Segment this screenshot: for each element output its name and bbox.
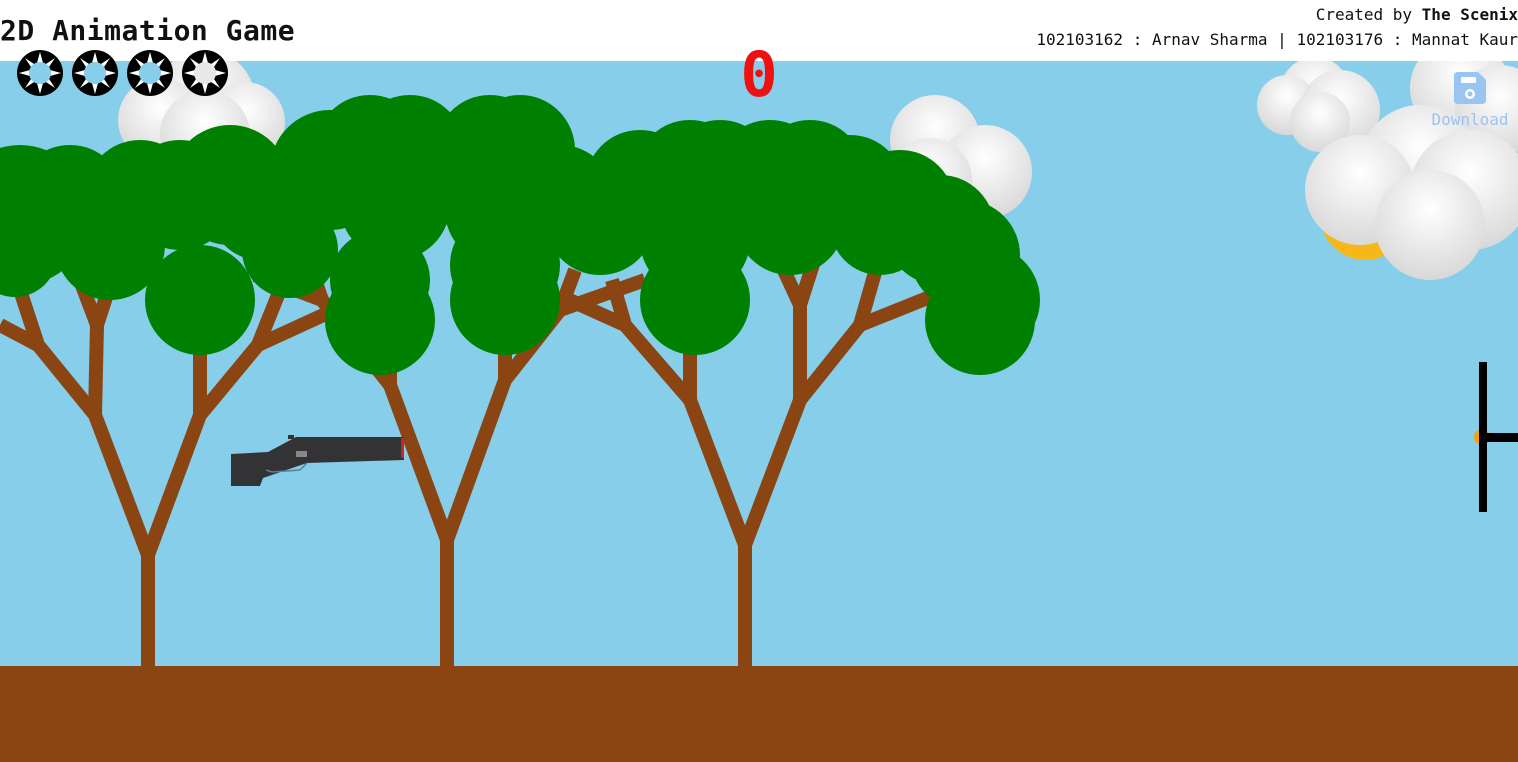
credits: Created by The Scenix 102103162 : Arnav … xyxy=(1036,2,1518,52)
sun-life-icon xyxy=(17,50,63,96)
credits-line: Created by The Scenix xyxy=(1036,2,1518,27)
game-canvas[interactable] xyxy=(0,61,1518,762)
sun-life-icon xyxy=(182,50,228,96)
team-name: The Scenix xyxy=(1421,5,1518,24)
ground xyxy=(0,666,1518,762)
credits-members: 102103162 : Arnav Sharma | 102103176 : M… xyxy=(1036,30,1518,49)
download-label: Download xyxy=(1431,110,1509,129)
sun-life-icon xyxy=(72,50,118,96)
game-title: 2D Animation Game xyxy=(0,14,296,47)
sun-life-icon xyxy=(127,50,173,96)
score-counter: 0 xyxy=(740,38,778,111)
lives-indicator xyxy=(16,49,229,97)
credits-prefix: Created by xyxy=(1315,5,1422,24)
floppy-disk-icon xyxy=(1454,72,1486,104)
download-button[interactable]: Download xyxy=(1428,70,1512,129)
